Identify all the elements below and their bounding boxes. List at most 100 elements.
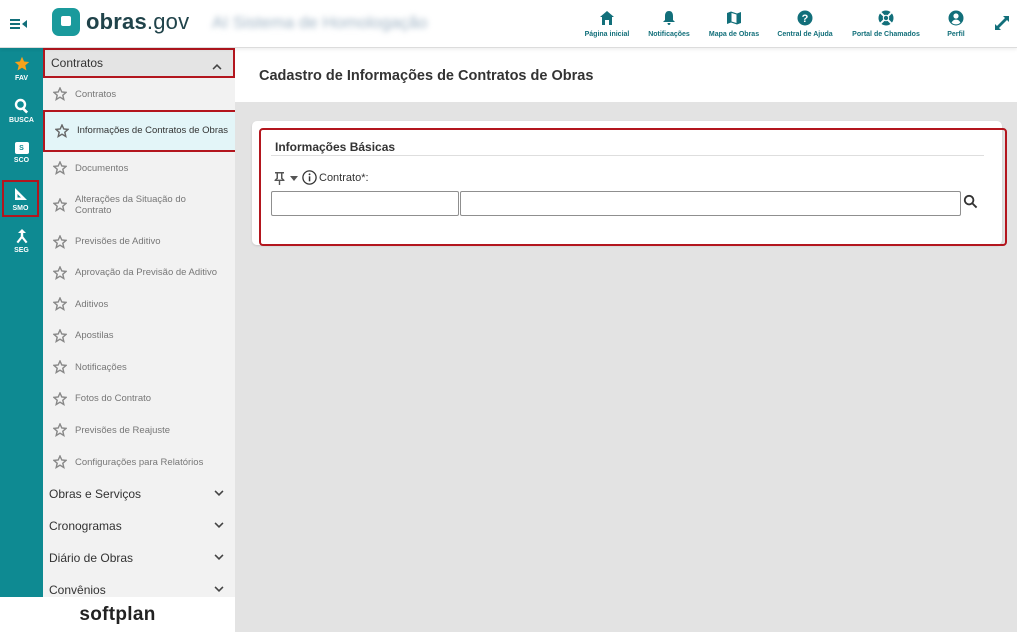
rail-fav-label: FAV (14, 75, 29, 82)
caret-down-icon[interactable] (289, 173, 299, 183)
bell-icon (663, 11, 675, 25)
contrato-search-button[interactable] (963, 194, 981, 212)
sidebar-item-aditivos[interactable]: Aditivos (43, 288, 235, 320)
nav-portal[interactable]: Portal de Chamados (847, 0, 925, 48)
fullscreen-button[interactable] (987, 0, 1017, 48)
nav-help[interactable]: ? Central de Ajuda (773, 0, 837, 48)
nav-portal-label: Portal de Chamados (852, 31, 920, 38)
sidebar-item-label: Contratos (75, 88, 117, 100)
star-icon (14, 56, 29, 71)
sidebar-item-label: Previsões de Reajuste (75, 424, 171, 436)
nav-help-label: Central de Ajuda (777, 31, 833, 38)
home-icon (600, 11, 614, 25)
sidebar-item-aprovacao-previsao[interactable]: Aprovação da Previsão de Aditivo (43, 257, 235, 288)
map-icon (727, 11, 741, 25)
sidebar-item-informacoes-contratos-obras[interactable]: Informações de Contratos de Obras (43, 110, 235, 152)
menu-group-obras-servicos[interactable]: Obras e Serviços (43, 478, 235, 510)
rail-sco-label: SCO (13, 157, 30, 164)
sidebar-item-label: Notificações (75, 361, 127, 373)
top-nav: Página inicial Notificações Mapa de Obra… (579, 0, 1017, 48)
rail-busca-label: BUSCA (9, 117, 34, 124)
star-outline-icon (53, 297, 67, 311)
star-outline-icon (53, 161, 67, 175)
nav-profile-label: Perfil (947, 31, 965, 38)
field-header: Contrato*: (273, 170, 369, 185)
sidebar-item-previsoes-aditivo[interactable]: Previsões de Aditivo (43, 226, 235, 257)
contrato-description-input[interactable] (460, 191, 961, 216)
menu-group-contratos[interactable]: Contratos (43, 48, 235, 78)
top-header: obras.gov AI Sistema de Homologação Pági… (0, 0, 1017, 48)
sidebar-item-contratos[interactable]: Contratos (43, 78, 235, 110)
sidebar-item-notificacoes[interactable]: Notificações (43, 351, 235, 383)
rail-seg-label: SEG (14, 247, 29, 254)
star-outline-icon (53, 328, 67, 343)
info-icon[interactable] (302, 170, 317, 185)
sidebar-menu: Contratos Contratos Informações de Contr… (43, 48, 235, 597)
ruler-square-icon (14, 188, 27, 200)
lifebuoy-icon (878, 10, 894, 26)
nav-home[interactable]: Página inicial (579, 0, 635, 48)
rail-seg[interactable]: SEG (0, 228, 43, 254)
nav-map[interactable]: Mapa de Obras (703, 0, 765, 48)
nav-notifications-label: Notificações (648, 31, 690, 38)
menu-group-diario-obras[interactable]: Diário de Obras (43, 542, 235, 574)
system-name: AI Sistema de Homologação (212, 13, 428, 32)
page-title-bar: Cadastro de Informações de Contratos de … (235, 48, 1017, 102)
sidebar-item-label: Documentos (75, 162, 129, 174)
star-outline-icon (53, 455, 67, 469)
pin-icon[interactable] (273, 171, 286, 185)
rail-smo-label: SMO (12, 205, 29, 212)
sidebar-item-label: Configurações para Relatórios (75, 456, 204, 468)
expand-icon (995, 16, 1009, 30)
star-outline-icon (53, 87, 67, 101)
module-rail: FAV BUSCA S SCO SMO SEG (0, 48, 43, 597)
rail-fav[interactable]: FAV (0, 56, 43, 82)
menu-group-convenios[interactable]: Convênios (43, 574, 235, 597)
obras-gov-logo[interactable]: obras.gov (52, 6, 189, 38)
menu-group-cronogramas[interactable]: Cronogramas (43, 510, 235, 542)
softplan-logo: softplan (0, 597, 235, 632)
contrato-field-label: Contrato*: (319, 171, 369, 184)
star-outline-icon (53, 360, 67, 374)
logo-mark-icon (52, 8, 80, 36)
chevron-down-icon (214, 554, 224, 560)
nav-map-label: Mapa de Obras (708, 31, 760, 38)
star-outline-icon (53, 198, 67, 212)
star-outline-icon (53, 234, 67, 249)
nav-profile[interactable]: Perfil (941, 0, 971, 48)
search-icon (963, 194, 978, 209)
sidebar-item-label: Fotos do Contrato (75, 393, 152, 404)
sidebar-item-label: Previsões de Aditivo (75, 236, 161, 247)
main-content: Cadastro de Informações de Contratos de … (235, 48, 1017, 632)
rail-smo[interactable]: SMO (2, 180, 39, 217)
svg-text:?: ? (802, 13, 809, 25)
star-outline-icon (53, 423, 67, 437)
sidebar-item-label: Apostilas (75, 330, 114, 341)
chevron-up-icon (212, 64, 222, 70)
menu-group-label: Diário de Obras (49, 551, 134, 565)
rail-busca[interactable]: BUSCA (0, 98, 43, 124)
sidebar-item-configuracoes-relatorios[interactable]: Configurações para Relatórios (43, 446, 235, 478)
rail-sco[interactable]: S SCO (0, 142, 43, 164)
logo-text: obras.gov (86, 9, 190, 34)
contrato-code-input[interactable] (271, 191, 459, 216)
user-icon (948, 10, 964, 26)
collapse-menu-icon[interactable] (9, 14, 29, 34)
help-icon: ? (797, 10, 813, 26)
chevron-down-icon (214, 490, 224, 496)
section-divider (271, 155, 984, 156)
menu-group-label: Obras e Serviços (49, 487, 142, 501)
section-title: Informações Básicas (275, 140, 396, 154)
sidebar-item-fotos-contrato[interactable]: Fotos do Contrato (43, 383, 235, 414)
sidebar-item-previsoes-reajuste[interactable]: Previsões de Reajuste (43, 414, 235, 446)
sidebar-item-alteracoes-situacao[interactable]: Alterações da Situação do Contrato (43, 184, 235, 226)
star-outline-icon (53, 391, 67, 406)
chevron-down-icon (214, 586, 224, 592)
sidebar-item-label: Aprovação da Previsão de Aditivo (75, 267, 218, 278)
nav-notifications[interactable]: Notificações (643, 0, 695, 48)
nav-home-label: Página inicial (584, 31, 630, 38)
chevron-down-icon (214, 522, 224, 528)
sidebar-item-apostilas[interactable]: Apostilas (43, 320, 235, 351)
menu-group-label: Cronogramas (49, 519, 122, 533)
sidebar-item-documentos[interactable]: Documentos (43, 152, 235, 184)
